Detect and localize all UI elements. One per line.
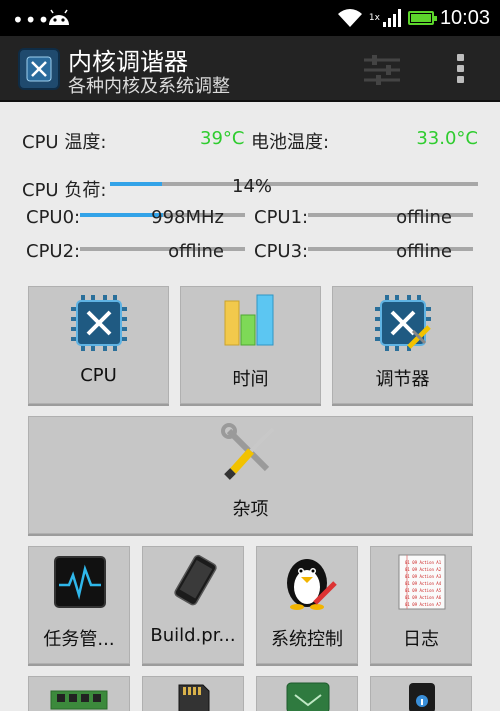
wifi-icon (337, 9, 362, 27)
cpu3-label: CPU3: (254, 241, 309, 262)
cpu1-value: offline (396, 207, 452, 228)
cpu-load-label: CPU 负荷: (22, 180, 107, 201)
overflow-menu-icon[interactable] (450, 52, 470, 88)
log-line: 01 09 Action A4 (405, 581, 442, 586)
tile-cpu-label: CPU (80, 365, 117, 386)
clock: 10:03 (439, 6, 490, 29)
tile-governor-label: 调节器 (375, 369, 430, 390)
tile-task-manager[interactable]: 任务管... (28, 546, 130, 664)
battery-temp-label: 电池温度: (251, 132, 330, 153)
cpu1-label: CPU1: (254, 207, 309, 228)
log-lines: 01 09 Action A1 01 09 Action A2 01 09 Ac… (405, 559, 441, 608)
log-line: 01 09 Action A7 (405, 602, 442, 607)
tile-misc-label: 杂项 (232, 499, 269, 520)
cpu3-value: offline (396, 241, 452, 262)
app-subtitle: 各种内核及系统调整 (68, 76, 230, 97)
android-icon (49, 9, 69, 25)
tune-sliders-icon[interactable] (362, 52, 402, 88)
tile-misc[interactable]: 杂项 (28, 416, 473, 534)
cpu0-label: CPU0: (26, 207, 81, 228)
tile-cpu[interactable]: CPU (28, 286, 169, 404)
log-line: 01 09 Action A6 (405, 595, 442, 600)
log-line: 01 09 Action A2 (405, 567, 442, 572)
tile-circuit[interactable] (256, 676, 358, 711)
app-logo-icon[interactable] (18, 48, 60, 90)
tile-time[interactable]: 时间 (180, 286, 321, 404)
tile-log-label: 日志 (403, 629, 439, 650)
tile-time-label: 时间 (232, 369, 269, 390)
chip-tools-icon (71, 295, 127, 351)
wrench-screwdriver-icon (221, 423, 275, 480)
cpu-temp-label: CPU 温度: (22, 132, 107, 153)
tile-task-manager-label: 任务管... (43, 629, 115, 650)
notification-dots: ••• (12, 8, 51, 32)
cpu-load-value: 14% (232, 176, 273, 197)
heartbeat-monitor-icon (54, 556, 106, 608)
tile-log[interactable]: 01 09 Action A1 01 09 Action A2 01 09 Ac… (370, 546, 472, 664)
cpu2-value: offline (168, 241, 224, 262)
tile-system-control-label: 系统控制 (271, 629, 343, 650)
tile-sd-card[interactable] (142, 676, 244, 711)
battery-temp-value: 33.0°C (416, 128, 478, 149)
tile-memory[interactable] (28, 676, 130, 711)
tile-device-info[interactable] (370, 676, 472, 711)
tile-system-control[interactable]: 系统控制 (256, 546, 358, 664)
sd-card-icon (178, 684, 210, 711)
signal-icon (382, 9, 401, 27)
cpu-load-bar (110, 182, 478, 186)
system-info-panel: CPU 温度: 39°C 电池温度: 33.0°C CPU 负荷: 14% CP… (0, 104, 500, 274)
status-bar: ••• 1x 10:03 (0, 0, 500, 36)
tile-build-prop[interactable]: Build.pr... (142, 546, 244, 664)
log-line: 01 09 Action A5 (405, 588, 442, 593)
cpu2-label: CPU2: (26, 241, 81, 262)
cpu-temp-value: 39°C (200, 128, 245, 149)
phone-icon (174, 554, 217, 606)
cpu0-value: 998MHz (151, 207, 224, 228)
chip-wrench-icon (375, 295, 431, 351)
circuit-board-icon (286, 682, 330, 711)
network-type-label: 1x (368, 13, 380, 23)
log-line: 01 09 Action A1 (405, 560, 442, 565)
bar-chart-icon (224, 294, 274, 346)
battery-icon (407, 11, 437, 25)
action-bar: 内核调谐器 各种内核及系统调整 (0, 36, 500, 102)
tile-governor[interactable]: 调节器 (332, 286, 473, 404)
log-line: 01 09 Action A3 (405, 574, 442, 579)
memory-stick-icon (50, 690, 108, 710)
tile-build-prop-label: Build.pr... (150, 625, 236, 646)
penguin-icon (287, 559, 337, 610)
device-info-icon (409, 683, 435, 711)
